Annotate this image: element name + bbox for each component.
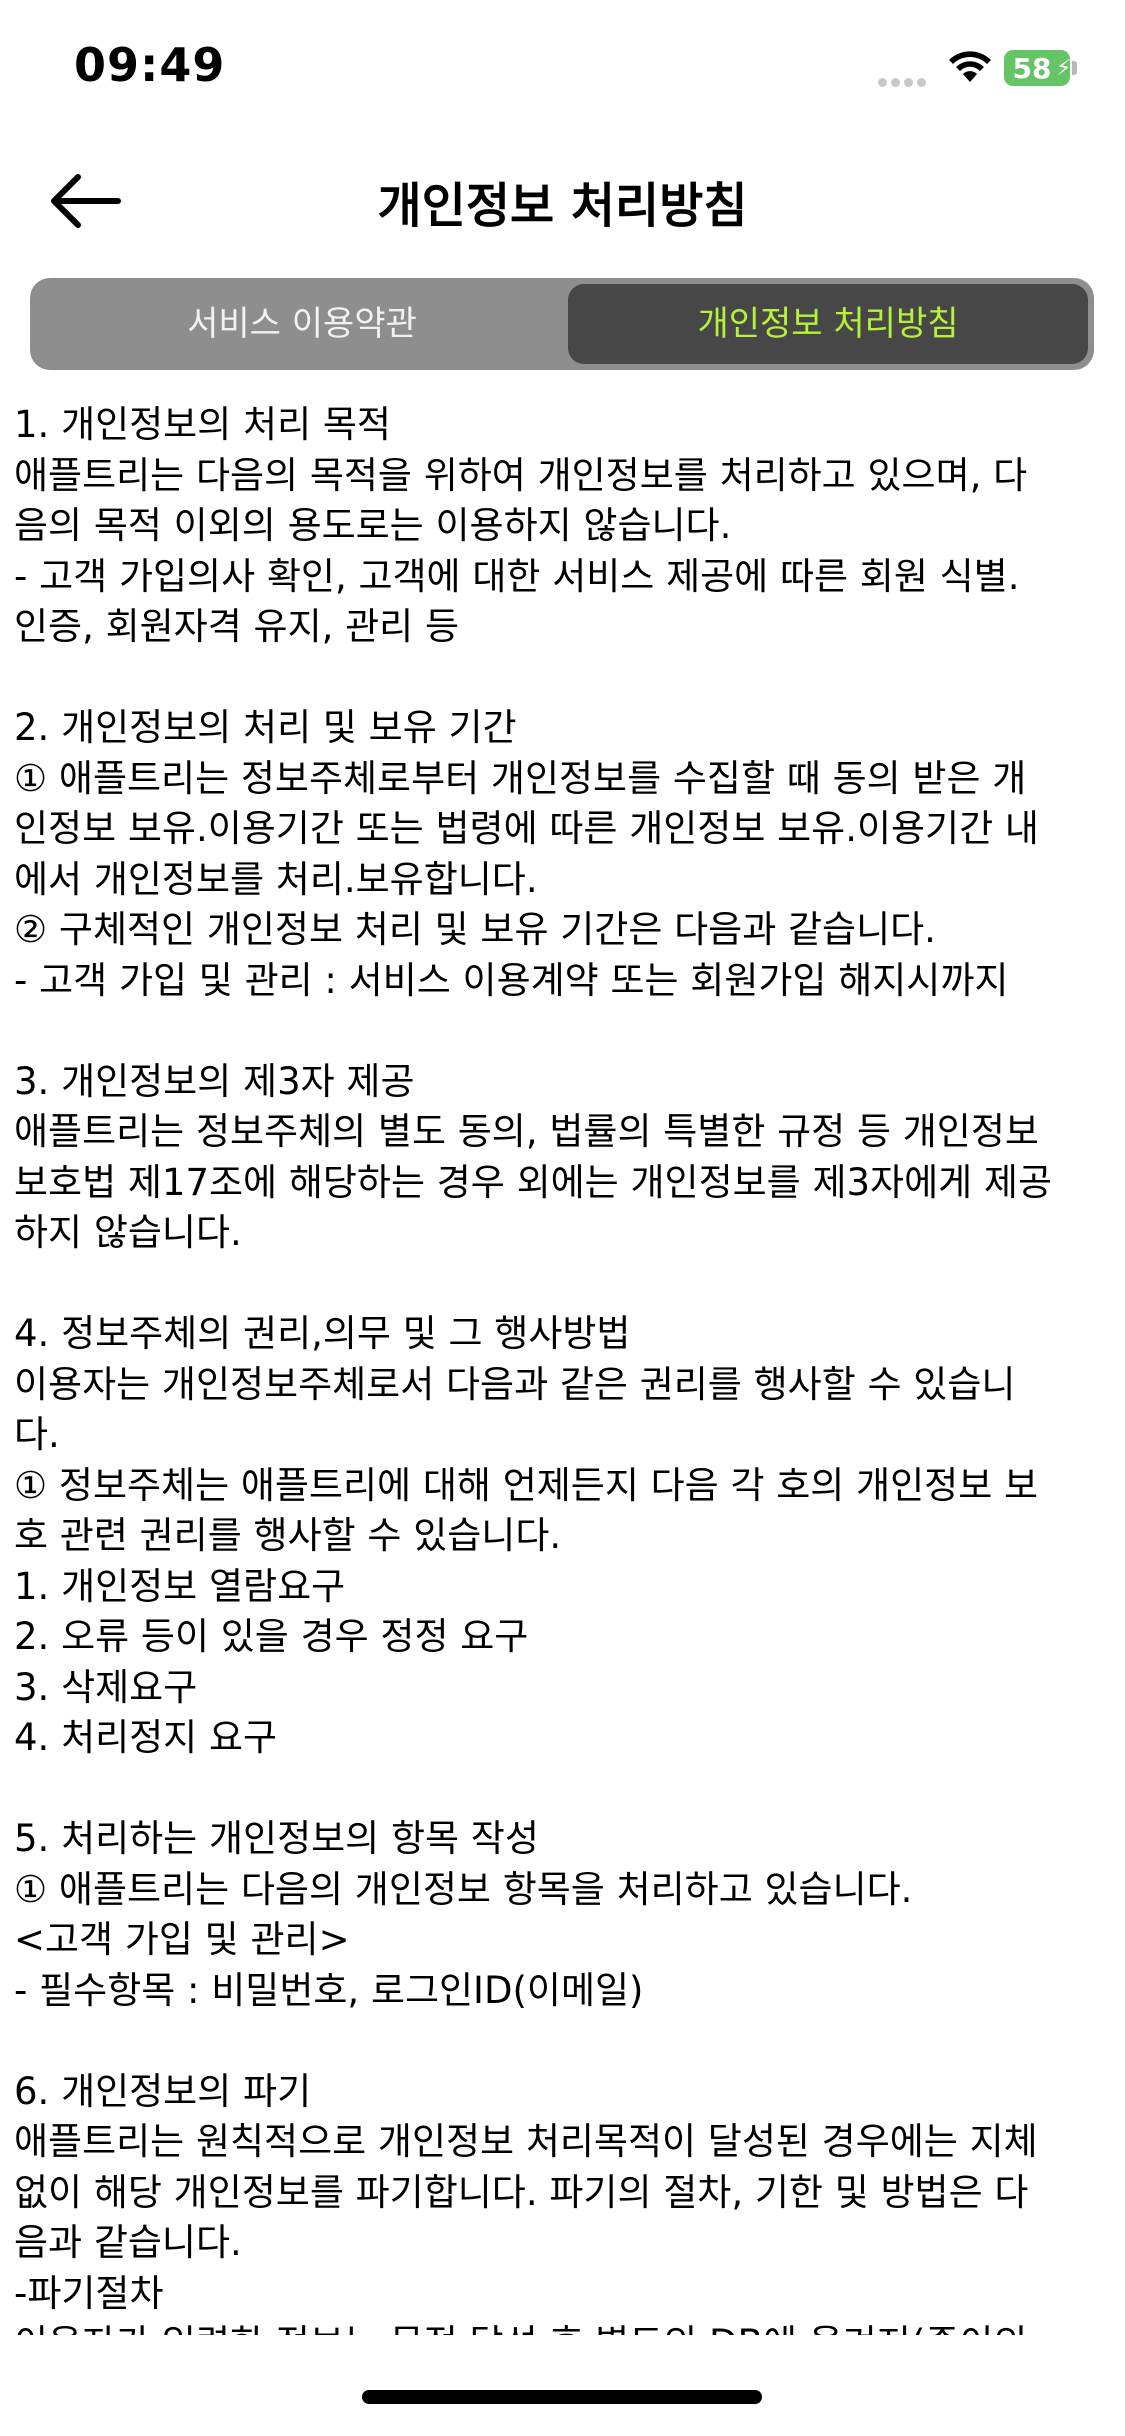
- content-line: 이용자가 입력한 정보는 목적 달성 후 별도의 DB에 옮겨져(종이의: [14, 2319, 1114, 2335]
- content-line: 인정보 보유.이용기간 또는 법령에 따른 개인정보 보유.이용기간 내: [14, 807, 1039, 850]
- content-line: 애플트리는 원칙적으로 개인정보 처리목적이 달성된 경우에는 지체: [14, 2120, 1038, 2163]
- content-line: 4. 처리정지 요구: [14, 1716, 278, 1759]
- content-line: 보호법 제17조에 해당하는 경우 외에는 개인정보를 제3자에게 제공: [14, 1160, 1052, 1204]
- status-time: 09:49: [74, 38, 226, 92]
- content-line: - 고객 가입의사 확인, 고객에 대한 서비스 제공에 따른 회원 식별.: [14, 554, 1020, 598]
- content-line: ② 구체적인 개인정보 처리 및 보유 기간은 다음과 같습니다.: [14, 908, 936, 951]
- content-line: 다.: [14, 1413, 60, 1456]
- content-line: 3. 삭제요구: [14, 1665, 198, 1709]
- content-line: 5. 처리하는 개인정보의 항목 작성: [14, 1817, 539, 1860]
- tab-terms-of-service[interactable]: 서비스 이용약관: [36, 284, 568, 364]
- content-line: 호 관련 권리를 행사할 수 있습니다.: [14, 1514, 562, 1557]
- content-line: 음과 같습니다.: [14, 2221, 242, 2264]
- content-line: 4. 정보주체의 권리,의무 및 그 행사방법: [14, 1312, 631, 1355]
- battery-percent: 58: [1012, 52, 1052, 85]
- charging-bolt-icon: ⚡: [1056, 56, 1072, 81]
- content-line: - 고객 가입 및 관리 : 서비스 이용계약 또는 회원가입 해지시까지: [14, 958, 1009, 1002]
- content-line: 3. 개인정보의 제3자 제공: [14, 1059, 415, 1103]
- content-line: <고객 가입 및 관리>: [14, 1918, 350, 1961]
- page-title: 개인정보 처리방침: [377, 178, 748, 234]
- content-line: 음의 목적 이외의 용도로는 이용하지 않습니다.: [14, 504, 732, 547]
- content-line: 인증, 회원자격 유지, 관리 등: [14, 605, 460, 648]
- home-indicator[interactable]: [362, 2390, 762, 2404]
- content-line: 6. 개인정보의 파기: [14, 2069, 312, 2113]
- cellular-signal-icon: [878, 72, 930, 87]
- content-line: 하지 않습니다.: [14, 1211, 242, 1254]
- content-line: - 필수항목 : 비밀번호, 로그인ID(이메일): [14, 1968, 644, 2012]
- content-line: 1. 개인정보 열람요구: [14, 1564, 346, 1608]
- policy-content[interactable]: 1. 개인정보의 처리 목적애플트리는 다음의 목적을 위하여 개인정보를 처리…: [14, 400, 1114, 2335]
- content-line: 2. 개인정보의 처리 및 보유 기간: [14, 706, 517, 749]
- content-line: 없이 해당 개인정보를 파기합니다. 파기의 절차, 기한 및 방법은 다: [14, 2170, 1029, 2214]
- status-bar: 09:49 58 ⚡: [0, 0, 1125, 140]
- wifi-icon: [949, 51, 991, 82]
- content-line: 애플트리는 정보주체의 별도 동의, 법률의 특별한 규정 등 개인정보: [14, 1110, 1039, 1153]
- content-line: ① 애플트리는 다음의 개인정보 항목을 처리하고 있습니다.: [14, 1867, 913, 1911]
- battery-icon: 58 ⚡: [1004, 50, 1080, 88]
- tab-privacy-policy[interactable]: 개인정보 처리방침: [568, 284, 1088, 364]
- content-line: -파기절차: [14, 2271, 164, 2315]
- content-line: ① 애플트리는 정보주체로부터 개인정보를 수집할 때 동의 받은 개: [14, 756, 1027, 800]
- content-line: 에서 개인정보를 처리.보유합니다.: [14, 857, 538, 901]
- content-line: 이용자는 개인정보주체로서 다음과 같은 권리를 행사할 수 있습니: [14, 1362, 1016, 1406]
- navigation-bar: 개인정보 처리방침: [0, 140, 1125, 260]
- content-line: 1. 개인정보의 처리 목적: [14, 403, 391, 446]
- segmented-control: 서비스 이용약관 개인정보 처리방침: [30, 278, 1094, 370]
- content-line: ① 정보주체는 애플트리에 대해 언제든지 다음 각 호의 개인정보 보: [14, 1463, 1039, 1507]
- content-line: 애플트리는 다음의 목적을 위하여 개인정보를 처리하고 있으며, 다: [14, 453, 1028, 497]
- content-line: 2. 오류 등이 있을 경우 정정 요구: [14, 1615, 529, 1658]
